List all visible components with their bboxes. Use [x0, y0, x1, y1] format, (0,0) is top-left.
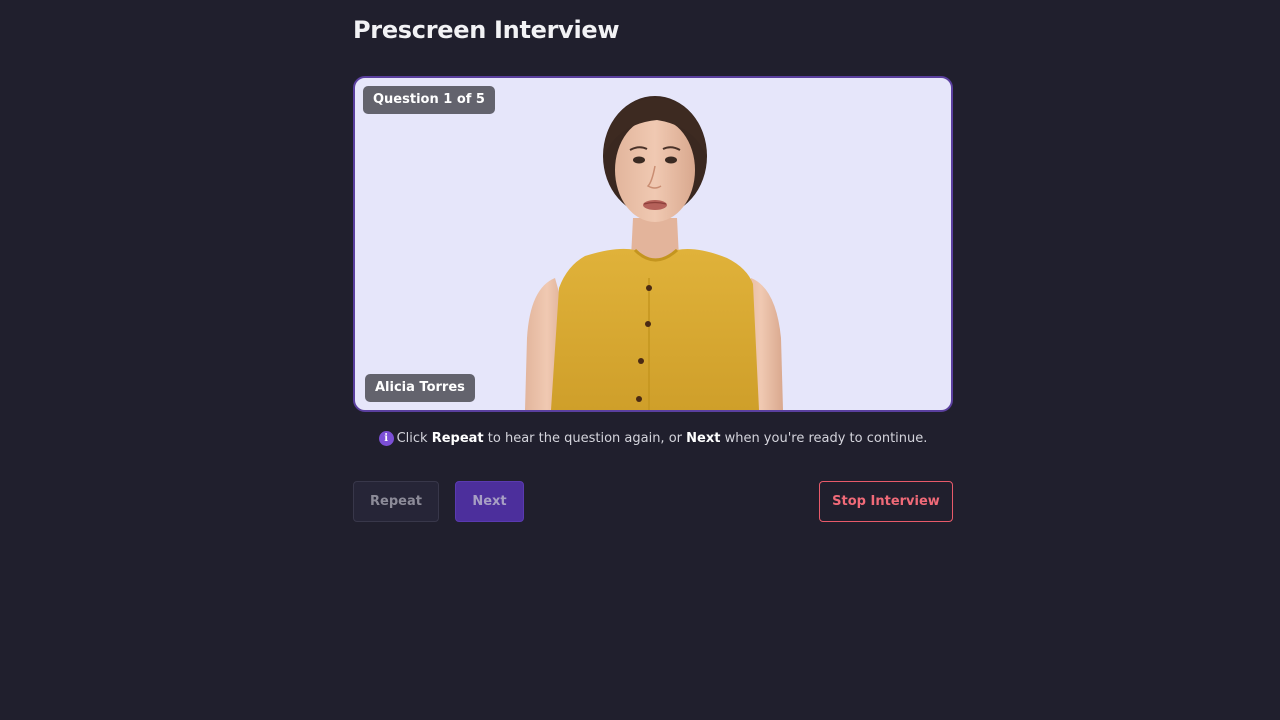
instruction-repeat-word: Repeat — [431, 431, 484, 446]
info-icon: i — [378, 431, 394, 446]
instruction-prefix: Click — [396, 431, 432, 446]
speaker-name-badge: Alicia Torres — [365, 374, 475, 402]
interviewer-video: Question 1 of 5 Alicia Torres — [353, 76, 953, 412]
question-progress-badge: Question 1 of 5 — [363, 86, 495, 114]
page-title: Prescreen Interview — [353, 16, 620, 44]
instruction-suffix: when you're ready to continue. — [720, 431, 928, 446]
instruction-next-word: Next — [686, 431, 721, 446]
repeat-button[interactable]: Repeat — [353, 481, 439, 522]
stop-interview-button[interactable]: Stop Interview — [819, 481, 953, 522]
interviewer-avatar — [525, 96, 783, 410]
instruction-text: i Click Repeat to hear the question again… — [353, 431, 953, 446]
interview-page: Prescreen Interview Question 1 of 5 Alic… — [0, 0, 1280, 720]
instruction-middle: to hear the question again, or — [483, 431, 687, 446]
next-button[interactable]: Next — [455, 481, 524, 522]
